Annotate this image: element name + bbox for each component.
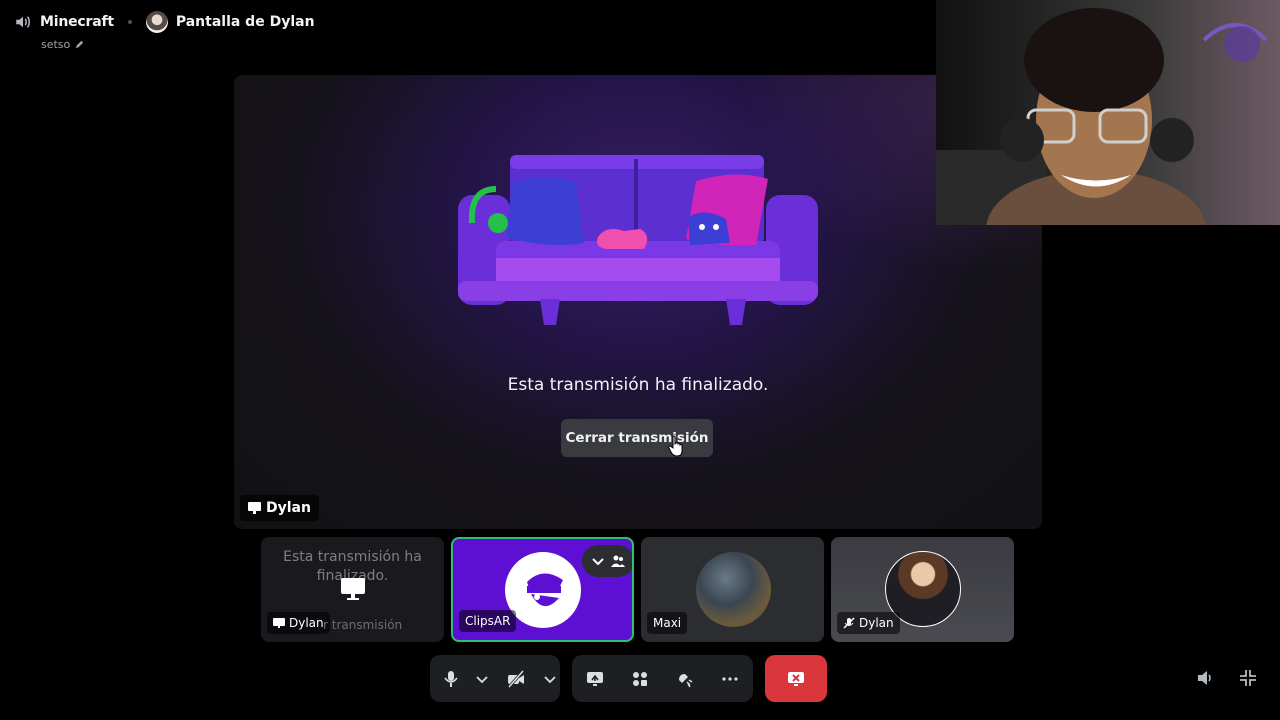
share-screen-button[interactable] <box>572 655 617 702</box>
camera-off-icon <box>507 669 525 688</box>
monitor-icon <box>341 578 365 600</box>
volume-icon[interactable] <box>1196 669 1214 687</box>
tile-name: Maxi <box>653 616 682 630</box>
separator-dot <box>127 20 132 24</box>
topic-text: setso <box>41 38 71 51</box>
stop-screen-share-icon <box>788 671 804 686</box>
screen-share-icon <box>586 671 603 686</box>
chevron-down-icon <box>476 675 488 683</box>
stream-stage: Esta transmisión ha finalizado. Cerrar t… <box>234 75 1042 529</box>
camera-options-button[interactable] <box>540 655 560 702</box>
audio-video-controls <box>430 655 560 702</box>
stream-ended-message: Esta transmisión ha finalizado. <box>507 375 769 395</box>
microphone-icon <box>444 670 458 687</box>
chevron-down-icon <box>544 675 556 683</box>
hand-cursor-icon <box>668 435 683 457</box>
microphone-button[interactable] <box>430 655 472 702</box>
chevron-down-icon[interactable] <box>591 554 605 568</box>
activity-controls <box>572 655 753 702</box>
soundboard-icon <box>678 673 692 687</box>
more-options-button[interactable] <box>707 655 753 702</box>
clipsar-logo-icon <box>527 573 563 607</box>
tile-name: Dylan <box>289 616 324 630</box>
participant-tile-dylan[interactable]: Dylan <box>831 537 1014 642</box>
streamer-name: Dylan <box>266 500 311 516</box>
tile-secondary-label: r transmisión <box>323 618 403 632</box>
screen-share-icon <box>273 618 285 628</box>
camera-button[interactable] <box>492 655 540 702</box>
webcam-overlay <box>936 0 1280 225</box>
avatar <box>505 552 581 628</box>
pencil-icon <box>76 40 84 49</box>
participant-tile-clipsar[interactable]: ClipsAR <box>451 537 634 642</box>
screen-share-icon <box>248 502 261 514</box>
muted-mic-icon <box>843 617 855 629</box>
exit-fullscreen-icon[interactable] <box>1239 669 1257 687</box>
microphone-options-button[interactable] <box>472 655 492 702</box>
channel-topic[interactable]: setso <box>41 38 85 51</box>
tile-controls[interactable] <box>582 545 632 577</box>
soundboard-button[interactable] <box>662 655 707 702</box>
stop-stream-button[interactable] <box>765 655 827 702</box>
avatar <box>696 552 771 627</box>
close-stream-button[interactable]: Cerrar transmisión <box>561 419 713 457</box>
channel-name[interactable]: Minecraft <box>40 14 114 30</box>
voice-channel-header: Minecraft Pantalla de Dylan <box>14 10 315 34</box>
tile-name-label: Dylan <box>267 612 330 634</box>
speaker-icon <box>16 16 30 28</box>
tile-name-label: Dylan <box>837 612 900 634</box>
webcam-person-illustration <box>936 8 1268 225</box>
stream-title: Pantalla de Dylan <box>175 14 315 30</box>
tile-name: Dylan <box>859 616 894 630</box>
avatar <box>145 11 168 33</box>
tile-name-label: Maxi <box>647 612 688 634</box>
tile-name: ClipsAR <box>465 614 511 628</box>
activities-button[interactable] <box>617 655 662 702</box>
couch-illustration <box>458 155 818 325</box>
more-icon <box>722 676 738 681</box>
participant-tile-dylan-stream[interactable]: Esta transmisión ha finalizado. Dylan r … <box>261 537 444 642</box>
activities-icon <box>632 671 647 686</box>
people-icon[interactable] <box>611 554 625 568</box>
participant-tile-maxi[interactable]: Maxi <box>641 537 824 642</box>
tile-name-label: ClipsAR <box>459 610 517 632</box>
streamer-name-tag: Dylan <box>240 495 319 521</box>
